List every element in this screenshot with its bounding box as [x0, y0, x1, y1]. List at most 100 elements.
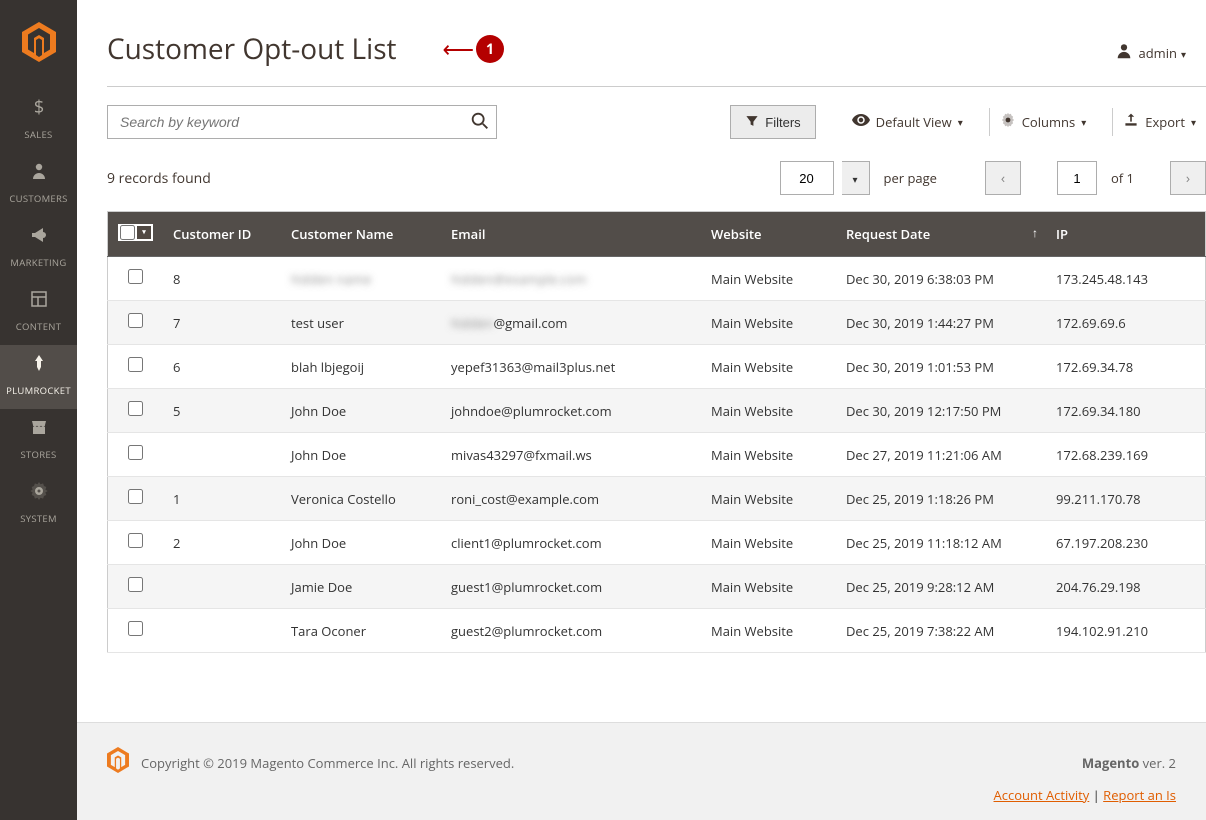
person-icon	[0, 161, 77, 186]
sidebar-item-stores[interactable]: STORES	[0, 409, 77, 473]
row-checkbox[interactable]	[128, 357, 143, 372]
cell-customer-name: Tara Oconer	[281, 609, 441, 653]
row-checkbox[interactable]	[128, 577, 143, 592]
cell-ip: 172.69.34.180	[1046, 389, 1206, 433]
admin-user-menu[interactable]: admin	[1115, 42, 1187, 64]
cell-customer-id: 5	[163, 389, 281, 433]
col-email[interactable]: Email	[441, 212, 701, 257]
col-customer-id[interactable]: Customer ID	[163, 212, 281, 257]
cell-email: guest1@plumrocket.com	[441, 565, 701, 609]
dollar-icon: $	[0, 97, 77, 122]
col-customer-name[interactable]: Customer Name	[281, 212, 441, 257]
table-row[interactable]: 5John Doejohndoe@plumrocket.comMain Webs…	[108, 389, 1206, 433]
cell-ip: 67.197.208.230	[1046, 521, 1206, 565]
cell-website: Main Website	[701, 433, 836, 477]
filters-button[interactable]: Filters	[730, 105, 815, 139]
export-label: Export	[1145, 113, 1185, 131]
caret-down-icon[interactable]: ▾	[137, 226, 151, 239]
row-checkbox[interactable]	[128, 621, 143, 636]
cell-customer-name: Jamie Doe	[281, 565, 441, 609]
col-ip[interactable]: IP	[1046, 212, 1206, 257]
select-all-header[interactable]: ▾	[108, 212, 164, 257]
cell-customer-name: hidden name	[281, 257, 441, 301]
cell-email: mivas43297@fxmail.ws	[441, 433, 701, 477]
export-dropdown[interactable]: Export	[1112, 108, 1206, 136]
page-number-input[interactable]	[1057, 161, 1097, 195]
page-size-dropdown[interactable]	[842, 161, 870, 195]
col-request-date[interactable]: Request Date↑	[836, 212, 1046, 257]
arrow-left-icon: ⟵	[443, 34, 475, 64]
table-row[interactable]: Jamie Doeguest1@plumrocket.comMain Websi…	[108, 565, 1206, 609]
filters-label: Filters	[765, 115, 800, 130]
cell-customer-id	[163, 565, 281, 609]
cell-email: roni_cost@example.com	[441, 477, 701, 521]
cell-customer-id: 1	[163, 477, 281, 521]
table-row[interactable]: Tara Oconerguest2@plumrocket.comMain Web…	[108, 609, 1206, 653]
sidebar-item-sales[interactable]: $ SALES	[0, 89, 77, 153]
cell-customer-id: 6	[163, 345, 281, 389]
cell-customer-name: John Doe	[281, 389, 441, 433]
cell-request-date: Dec 25, 2019 11:18:12 AM	[836, 521, 1046, 565]
row-checkbox[interactable]	[128, 533, 143, 548]
row-checkbox[interactable]	[128, 401, 143, 416]
table-row[interactable]: 7test userhidden@gmail.comMain WebsiteDe…	[108, 301, 1206, 345]
table-row[interactable]: 1Veronica Costelloroni_cost@example.comM…	[108, 477, 1206, 521]
table-row[interactable]: 8hidden namehidden@example.comMain Websi…	[108, 257, 1206, 301]
cell-ip: 99.211.170.78	[1046, 477, 1206, 521]
cell-customer-name: blah lbjegoij	[281, 345, 441, 389]
cell-customer-id: 7	[163, 301, 281, 345]
row-checkbox[interactable]	[128, 445, 143, 460]
next-page-button[interactable]: ›	[1170, 161, 1206, 195]
search-button[interactable]	[469, 110, 491, 135]
report-issue-link[interactable]: Report an Is	[1103, 786, 1176, 804]
table-row[interactable]: 6blah lbjegoijyepef31363@mail3plus.netMa…	[108, 345, 1206, 389]
cell-email: hidden@gmail.com	[441, 301, 701, 345]
page-footer: Copyright © 2019 Magento Commerce Inc. A…	[77, 722, 1206, 820]
default-view-dropdown[interactable]: Default View	[842, 108, 973, 136]
cell-email: hidden@example.com	[441, 257, 701, 301]
footer-copyright: Copyright © 2019 Magento Commerce Inc. A…	[141, 754, 514, 772]
col-date-label: Request Date	[846, 225, 930, 243]
admin-user-label: admin	[1139, 44, 1177, 62]
store-icon	[0, 417, 77, 442]
search-input[interactable]	[107, 105, 497, 139]
sidebar-item-label: SALES	[24, 128, 52, 141]
cell-website: Main Website	[701, 301, 836, 345]
chevron-right-icon: ›	[1186, 169, 1190, 188]
magento-logo-icon[interactable]	[22, 22, 56, 67]
export-icon	[1123, 112, 1139, 132]
footer-version: ver. 2	[1139, 754, 1176, 772]
cell-request-date: Dec 25, 2019 7:38:22 AM	[836, 609, 1046, 653]
sidebar-item-label: CONTENT	[16, 320, 62, 333]
cell-email: johndoe@plumrocket.com	[441, 389, 701, 433]
columns-dropdown[interactable]: Columns	[989, 108, 1097, 136]
cell-ip: 173.245.48.143	[1046, 257, 1206, 301]
select-all-checkbox[interactable]	[120, 225, 135, 240]
sidebar-item-plumrocket[interactable]: PLUMROCKET	[0, 345, 77, 409]
caret-down-icon	[1191, 115, 1196, 129]
sidebar-item-content[interactable]: CONTENT	[0, 281, 77, 345]
row-checkbox[interactable]	[128, 313, 143, 328]
search-icon	[469, 120, 491, 135]
page-size-input[interactable]	[780, 161, 834, 195]
of-pages-label: of 1	[1111, 169, 1134, 187]
eye-icon	[852, 113, 870, 131]
account-activity-link[interactable]: Account Activity	[994, 786, 1090, 804]
cell-customer-name: test user	[281, 301, 441, 345]
prev-page-button[interactable]: ‹	[985, 161, 1021, 195]
sidebar-item-customers[interactable]: CUSTOMERS	[0, 153, 77, 217]
sidebar-item-label: SYSTEM	[20, 512, 57, 525]
row-checkbox[interactable]	[128, 489, 143, 504]
sidebar-item-label: PLUMROCKET	[6, 384, 71, 397]
col-website[interactable]: Website	[701, 212, 836, 257]
sidebar-item-marketing[interactable]: MARKETING	[0, 217, 77, 281]
table-row[interactable]: 2John Doeclient1@plumrocket.comMain Webs…	[108, 521, 1206, 565]
cell-website: Main Website	[701, 521, 836, 565]
cell-website: Main Website	[701, 389, 836, 433]
row-checkbox[interactable]	[128, 269, 143, 284]
funnel-icon	[745, 114, 759, 131]
cell-website: Main Website	[701, 257, 836, 301]
sidebar-item-system[interactable]: SYSTEM	[0, 473, 77, 537]
table-row[interactable]: John Doemivas43297@fxmail.wsMain Website…	[108, 433, 1206, 477]
cell-website: Main Website	[701, 609, 836, 653]
